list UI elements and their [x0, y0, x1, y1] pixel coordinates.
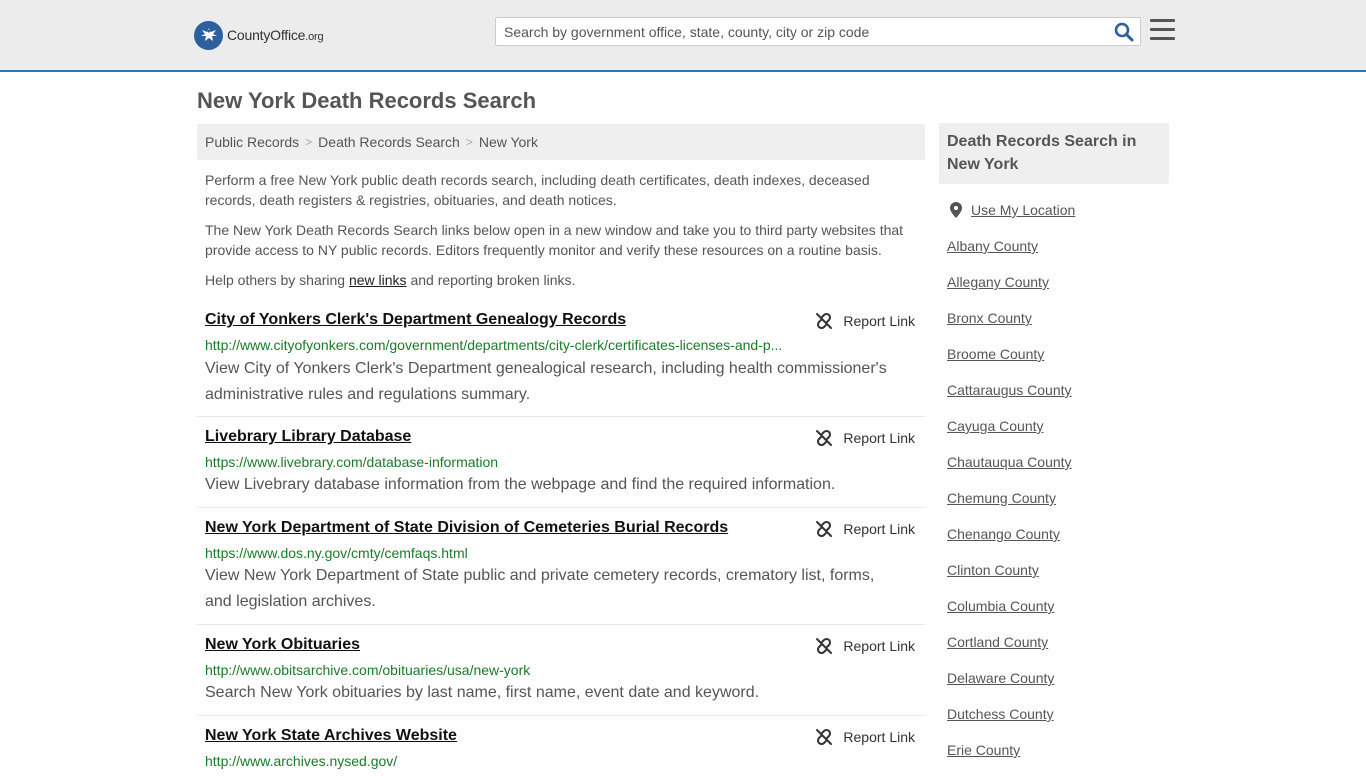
- share-paragraph: Help others by sharing new links and rep…: [205, 272, 576, 288]
- intro-paragraph: Perform a free New York public death rec…: [205, 172, 870, 208]
- site-header: CountyOffice.org: [0, 0, 1366, 72]
- breadcrumb-separator-icon: >: [305, 135, 313, 149]
- report-link-button[interactable]: Report Link: [815, 312, 915, 330]
- report-link-button[interactable]: Report Link: [815, 637, 915, 655]
- breadcrumb-public-records[interactable]: Public Records: [205, 134, 299, 150]
- site-logo[interactable]: CountyOffice.org: [194, 20, 324, 50]
- eagle-seal-icon: [194, 20, 223, 50]
- record-description: Search New York obituaries by last name,…: [205, 684, 760, 701]
- sidebar-item-dutchess-county[interactable]: Dutchess County: [947, 704, 1167, 740]
- search-icon[interactable]: [1114, 22, 1134, 42]
- record-title-link[interactable]: Livebrary Library Database: [205, 428, 411, 446]
- record-title-link[interactable]: City of Yonkers Clerk's Department Genea…: [205, 311, 626, 329]
- record-item: New York State Archives Website Report L…: [197, 727, 925, 769]
- sidebar-item-broome-county[interactable]: Broome County: [947, 344, 1167, 380]
- record-item: New York Department of State Division of…: [197, 519, 925, 625]
- record-url[interactable]: http://www.obitsarchive.com/obituaries/u…: [205, 662, 530, 678]
- sidebar-item-clinton-county[interactable]: Clinton County: [947, 560, 1167, 596]
- search-input[interactable]: [496, 18, 1106, 45]
- breadcrumb: Public Records > Death Records Search > …: [197, 124, 925, 160]
- new-links-link[interactable]: new links: [349, 272, 407, 288]
- page-title: New York Death Records Search: [197, 88, 537, 113]
- breadcrumb-current: New York: [478, 134, 538, 150]
- record-description: View City of Yonkers Clerk's Department …: [205, 360, 887, 403]
- sidebar-title: Death Records Search in New York: [939, 123, 1169, 184]
- record-item: Livebrary Library Database Report Link h…: [197, 428, 925, 508]
- sidebar-item-cayuga-county[interactable]: Cayuga County: [947, 416, 1167, 452]
- broken-link-icon: [816, 429, 833, 447]
- record-description: View Livebrary database information from…: [205, 476, 836, 493]
- map-pin-icon: [950, 202, 962, 218]
- logo-text: CountyOffice.org: [227, 27, 324, 43]
- search-box: [495, 17, 1141, 46]
- use-my-location-link[interactable]: Use My Location: [971, 200, 1075, 236]
- sidebar-item-chautauqua-county[interactable]: Chautauqua County: [947, 452, 1167, 488]
- record-url[interactable]: http://www.cityofyonkers.com/government/…: [205, 337, 782, 353]
- hamburger-menu-icon[interactable]: [1150, 19, 1176, 43]
- breadcrumb-death-records-search[interactable]: Death Records Search: [318, 134, 460, 150]
- broken-link-icon: [816, 312, 833, 330]
- record-item: New York Obituaries Report Link http://w…: [197, 636, 925, 716]
- use-my-location-row: Use My Location: [947, 200, 1167, 236]
- sidebar-item-chemung-county[interactable]: Chemung County: [947, 488, 1167, 524]
- sidebar-item-allegany-county[interactable]: Allegany County: [947, 272, 1167, 308]
- broken-link-icon: [816, 728, 833, 746]
- broken-link-icon: [816, 637, 833, 655]
- disclaimer-paragraph: The New York Death Records Search links …: [205, 222, 904, 258]
- sidebar-item-erie-county[interactable]: Erie County: [947, 740, 1167, 776]
- record-title-link[interactable]: New York Department of State Division of…: [205, 519, 728, 537]
- record-title-link[interactable]: New York Obituaries: [205, 636, 360, 654]
- report-link-button[interactable]: Report Link: [815, 520, 915, 538]
- record-url[interactable]: http://www.archives.nysed.gov/: [205, 753, 397, 769]
- sidebar-item-cortland-county[interactable]: Cortland County: [947, 632, 1167, 668]
- sidebar-item-bronx-county[interactable]: Bronx County: [947, 308, 1167, 344]
- record-item: City of Yonkers Clerk's Department Genea…: [197, 311, 925, 417]
- record-url[interactable]: https://www.dos.ny.gov/cmty/cemfaqs.html: [205, 545, 468, 561]
- broken-link-icon: [816, 520, 833, 538]
- sidebar-item-albany-county[interactable]: Albany County: [947, 236, 1167, 272]
- record-title-link[interactable]: New York State Archives Website: [205, 727, 457, 745]
- record-url[interactable]: https://www.livebrary.com/database-infor…: [205, 454, 498, 470]
- sidebar-county-list: Use My Location Albany County Allegany C…: [947, 200, 1167, 776]
- breadcrumb-separator-icon: >: [465, 135, 473, 149]
- sidebar-item-delaware-county[interactable]: Delaware County: [947, 668, 1167, 704]
- sidebar-item-chenango-county[interactable]: Chenango County: [947, 524, 1167, 560]
- sidebar-item-columbia-county[interactable]: Columbia County: [947, 596, 1167, 632]
- sidebar-item-cattaraugus-county[interactable]: Cattaraugus County: [947, 380, 1167, 416]
- record-description: View New York Department of State public…: [205, 567, 875, 610]
- report-link-button[interactable]: Report Link: [815, 429, 915, 447]
- report-link-button[interactable]: Report Link: [815, 728, 915, 746]
